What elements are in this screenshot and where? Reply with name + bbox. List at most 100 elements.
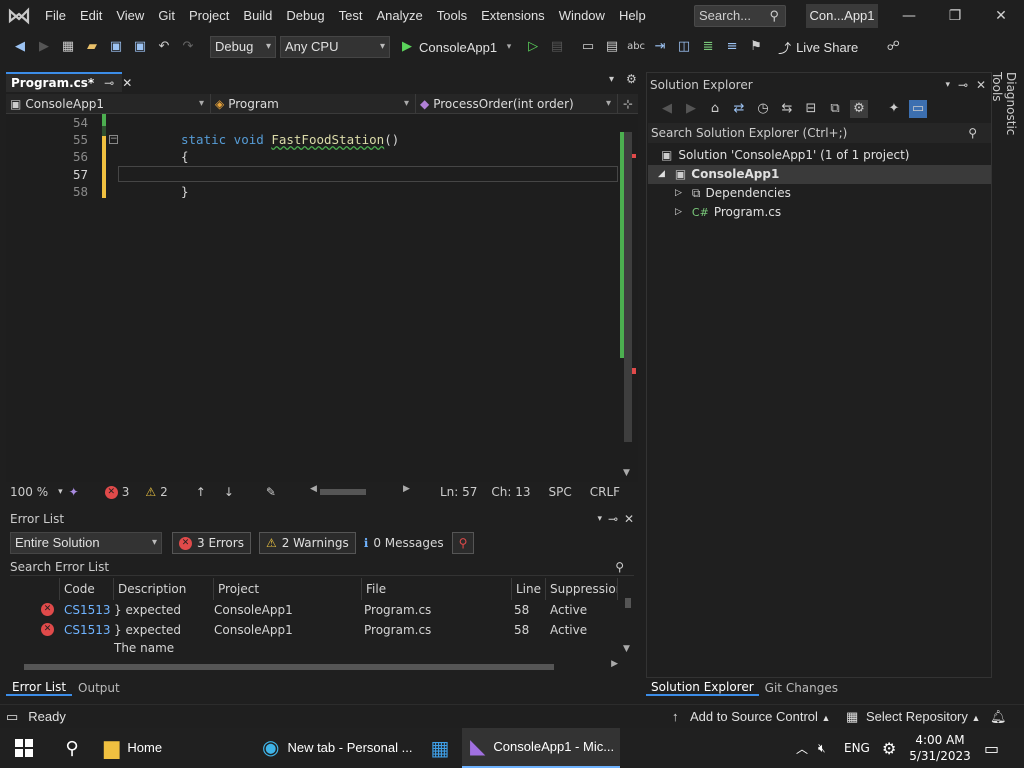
line-ending-indicator[interactable]: CRLF [590,485,620,499]
panel-close-icon[interactable]: ✕ [624,512,634,526]
config-dropdown[interactable]: Debug [210,36,276,58]
column-header-project[interactable]: Project [214,578,362,600]
tab-git-changes[interactable]: Git Changes [759,681,844,695]
open-folder-icon[interactable]: ▰ [83,38,101,56]
run-target-chevron-icon[interactable]: ▾ [500,38,518,56]
member-dropdown[interactable]: ◆ ProcessOrder(int order) [416,93,618,114]
indent-icon[interactable]: ≣ [699,38,717,56]
next-issue-icon[interactable]: ↓ [224,485,234,499]
solution-name-badge[interactable]: Con...App1 [806,4,878,28]
collapsed-chevron-icon[interactable]: ▷ [675,184,682,203]
diagnostic-tools-side-tab[interactable]: Diagnostic Tools [990,72,1018,162]
error-scroll-down-icon[interactable]: ▼ [623,644,630,654]
column-header-code[interactable]: Code [60,578,114,600]
project-dropdown[interactable]: ▣ ConsoleApp1 [6,93,211,114]
code-editor[interactable]: − 54 55 static void FastFoodStation() 56… [6,114,638,482]
start-icon[interactable]: ▶ [398,38,416,56]
show-hidden-icons-icon[interactable]: ︿ [796,740,808,757]
forward-icon[interactable]: ▶ [35,38,53,56]
search-input[interactable]: Search... ⚲ [694,5,786,27]
se-switch-views-icon[interactable]: ⇄ [730,100,748,118]
whitespace-indicator[interactable]: SPC [549,485,572,499]
taskbar-visual-studio[interactable]: ◣ ConsoleApp1 - Mic... [462,728,620,768]
se-overflow-icon[interactable]: ▾ [945,80,950,90]
se-home-icon[interactable]: ⌂ [706,100,724,118]
warnings-filter-button[interactable]: ⚠ 2 Warnings [258,532,356,554]
language-indicator[interactable]: ENG [844,741,870,755]
se-sync-icon[interactable]: ⇆ [778,100,796,118]
menu-file[interactable]: File [38,0,73,32]
error-count-icon[interactable]: ✕ [104,485,118,499]
messages-filter-button[interactable]: ℹ 0 Messages [364,536,444,550]
se-collapse-all-icon[interactable]: ⊟ [802,100,820,118]
attach-icon[interactable]: ▤ [548,38,566,56]
se-pending-changes-icon[interactable]: ◷ [754,100,772,118]
tab-program-cs[interactable]: Program.cs* ⊸ ✕ [6,72,132,92]
live-share-button[interactable]: ⤴ Live Share [778,38,858,57]
column-header-suppression[interactable]: Suppression S [546,578,618,600]
table-row[interactable]: The name [10,640,618,656]
warning-count-icon[interactable]: ⚠ [145,485,156,499]
undo-icon[interactable]: ↶ [155,38,173,56]
tab-overflow-icon[interactable]: ▾ [609,74,614,85]
error-code[interactable]: CS1513 [64,600,111,620]
error-search-input[interactable]: Search Error List ⚲ [10,558,634,576]
scroll-left-icon[interactable]: ◀ [310,484,317,494]
taskbar-store-icon[interactable]: ▦ [418,736,462,760]
split-editor-icon[interactable]: ⊹ [618,97,638,111]
start-without-debug-icon[interactable]: ▷ [524,38,542,56]
column-header-file[interactable]: File [362,578,512,600]
error-hscroll-right-icon[interactable]: ▶ [611,659,618,669]
se-back-icon[interactable]: ◀ [658,100,676,118]
prev-issue-icon[interactable]: ↑ [196,485,206,499]
add-to-source-control-button[interactable]: Add to Source Control ▲ [690,709,830,724]
save-all-icon[interactable]: ▣ [131,38,149,56]
select-repository-button[interactable]: Select Repository ▲ [866,709,980,724]
hscroll-thumb[interactable] [319,489,366,495]
menu-view[interactable]: View [109,0,151,32]
line-indicator[interactable]: Ln: 57 [440,485,477,499]
pin-icon[interactable]: ⊸ [104,74,114,92]
tree-item-dependencies[interactable]: ▷ ⧉ Dependencies [675,184,791,203]
error-scroll-thumb[interactable] [625,598,631,608]
error-search-icon[interactable]: ⚲ [615,560,624,574]
folder-view-icon[interactable]: ▭ [579,38,597,56]
menu-project[interactable]: Project [182,0,236,32]
windows-start-icon[interactable] [0,728,48,768]
error-list-hscroll[interactable]: ▶ [10,659,618,672]
expanded-chevron-icon[interactable]: ◢ [658,165,665,184]
table-row[interactable]: ✕ CS1513 } expected ConsoleApp1 Program.… [10,600,618,620]
run-target-button[interactable]: ConsoleApp1 [419,40,497,55]
scroll-down-icon[interactable]: ▼ [623,468,630,478]
menu-analyze[interactable]: Analyze [369,0,429,32]
table-row[interactable]: ✕ CS1513 } expected ConsoleApp1 Program.… [10,620,618,640]
clock[interactable]: 4:00 AM 5/31/2023 [908,732,972,764]
step-icon[interactable]: ⇥ [651,38,669,56]
feedback-icon[interactable]: ☍ [884,38,902,56]
close-icon[interactable]: ✕ [978,0,1024,32]
scroll-right-icon[interactable]: ▶ [403,484,410,494]
menu-build[interactable]: Build [236,0,279,32]
notifications-icon[interactable]: 🔔︎ [990,709,1007,725]
intellicode-icon[interactable]: ✦ [69,485,79,499]
panel-overflow-icon[interactable]: ▾ [597,514,602,524]
se-pin-icon[interactable]: ⊸ [958,78,968,92]
se-properties-icon[interactable]: ✦ [885,100,903,118]
tree-item-solution[interactable]: ▣ Solution 'ConsoleApp1' (1 of 1 project… [661,146,909,165]
se-filter-icon[interactable]: ⚙ [850,100,868,118]
platform-dropdown[interactable]: Any CPU [280,36,390,58]
horizontal-scrollbar[interactable]: ◀ ▶ [310,484,410,497]
split-icon[interactable]: ◫ [675,38,693,56]
tab-output[interactable]: Output [72,681,126,695]
menu-git[interactable]: Git [151,0,182,32]
tab-error-list[interactable]: Error List [6,680,73,696]
tab-close-icon[interactable]: ✕ [122,74,132,92]
tree-item-project[interactable]: ◢ ▣ ConsoleApp1 [648,165,991,184]
tab-solution-explorer[interactable]: Solution Explorer [646,680,759,696]
panel-pin-icon[interactable]: ⊸ [608,512,618,526]
se-search-icon[interactable]: ⚲ [968,126,977,140]
zoom-chevron-icon[interactable]: ▾ [58,487,63,497]
se-show-all-icon[interactable]: ⧉ [826,100,844,118]
taskbar-search-icon[interactable]: ⚲ [48,738,96,759]
cleanup-icon[interactable]: ✎ [266,485,276,499]
